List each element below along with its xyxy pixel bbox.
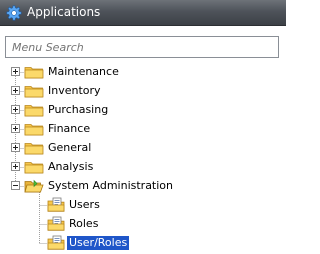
tree-child-node[interactable]: Roles [0,215,286,233]
tree-node[interactable]: Analysis [0,158,286,176]
folder-icon [24,162,44,174]
menu-item-icon [47,216,65,231]
tree-node[interactable]: Purchasing [0,101,286,119]
tree-node[interactable]: Finance [0,120,286,138]
tree-node-label: General [48,141,92,154]
tree-node[interactable]: Inventory [0,82,286,100]
tree-child-node[interactable]: User/Roles [0,234,286,252]
selected-tree-node-label: User/Roles [67,236,130,250]
tree-node-label: Maintenance [48,65,119,78]
expand-plus-icon[interactable] [11,86,20,95]
tree-node-label: Analysis [48,160,94,173]
folder-icon [24,67,44,79]
folder-icon [24,105,44,117]
tree-node-label: Finance [48,122,91,135]
expand-plus-icon[interactable] [11,143,20,152]
folder-open-icon [24,179,44,193]
folder-icon [24,86,44,98]
applications-panel: Applications MaintenanceInventoryPurchas… [0,0,286,254]
tree-node[interactable]: General [0,139,286,157]
collapse-minus-icon[interactable] [11,181,20,190]
tree-node-label: Inventory [48,84,101,97]
folder-icon [24,124,44,136]
tree-node-label: Users [69,198,100,211]
folder-icon [24,143,44,155]
tree-child-node[interactable]: Users [0,196,286,214]
expand-plus-icon[interactable] [11,162,20,171]
tree-node[interactable]: System Administration [0,177,286,195]
tree-node[interactable]: Maintenance [0,63,286,81]
expand-plus-icon[interactable] [11,105,20,114]
menu-item-icon [47,235,65,250]
expand-plus-icon[interactable] [11,124,20,133]
menu-item-icon [47,197,65,212]
expand-plus-icon[interactable] [11,67,20,76]
tree-node-label: Roles [69,217,99,230]
tree-node-label: Purchasing [48,103,109,116]
tree-node-label: System Administration [48,179,174,192]
